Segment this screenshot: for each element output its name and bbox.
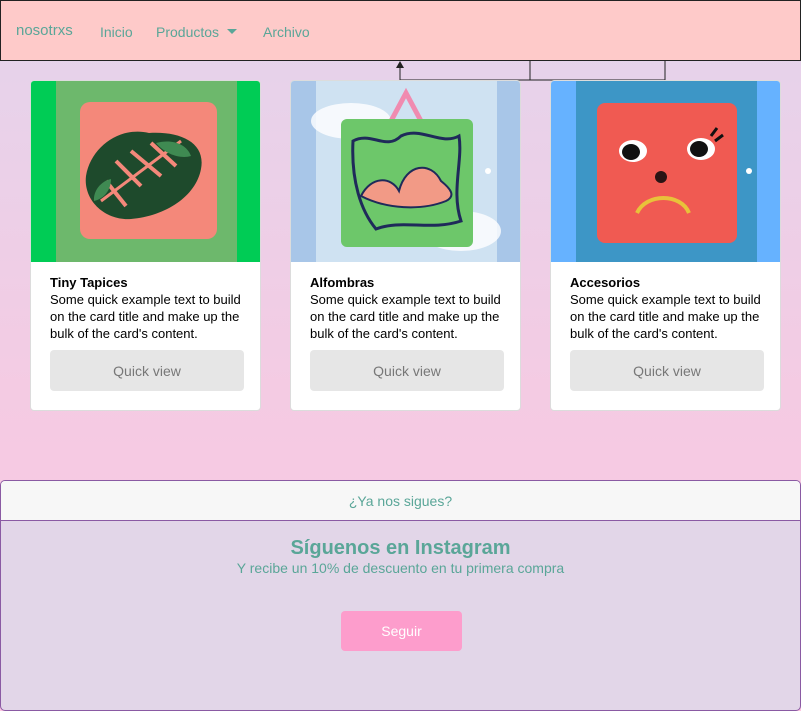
- card-title: Alfombras: [310, 275, 375, 290]
- nav-link-inicio[interactable]: Inicio: [100, 24, 133, 40]
- instagram-subtitle: Y recibe un 10% de descuento en tu prime…: [236, 560, 565, 576]
- nav-link-archivo[interactable]: Archivo: [263, 24, 310, 40]
- product-card-alfombras: Alfombras Some quick example text to bui…: [290, 80, 521, 411]
- quick-view-button[interactable]: Quick view: [310, 350, 504, 391]
- follow-button[interactable]: Seguir: [341, 611, 462, 651]
- caret-down-icon: [227, 28, 238, 34]
- nav-link-productos-label: Productos: [156, 24, 220, 40]
- brand-link[interactable]: nosotrxs: [16, 22, 73, 39]
- navbar: nosotrxs Inicio Productos Archivo: [0, 0, 801, 61]
- product-card-accesorios: Accesorios Some quick example text to bu…: [550, 80, 781, 411]
- card-title: Accesorios: [570, 275, 641, 290]
- nav-dropdown-productos[interactable]: Productos: [156, 24, 238, 40]
- card-title: Tiny Tapices: [50, 275, 128, 290]
- card-image-sad-face[interactable]: [551, 81, 780, 262]
- instagram-panel-header: ¿Ya nos sigues?: [1, 481, 800, 521]
- quick-view-button[interactable]: Quick view: [570, 350, 764, 391]
- card-image-monstera[interactable]: [31, 81, 260, 262]
- card-text: Some quick example text to build on the …: [50, 292, 241, 341]
- quick-view-button[interactable]: Quick view: [50, 350, 244, 391]
- card-text: Some quick example text to build on the …: [310, 292, 501, 341]
- card-text: Some quick example text to build on the …: [570, 292, 761, 341]
- instagram-title: Síguenos en Instagram: [290, 537, 511, 559]
- product-card-tiny-tapices: Tiny Tapices Some quick example text to …: [30, 80, 261, 411]
- card-image-cowboy-hat[interactable]: [291, 81, 520, 262]
- instagram-panel: ¿Ya nos sigues? Síguenos en Instagram Y …: [0, 480, 801, 711]
